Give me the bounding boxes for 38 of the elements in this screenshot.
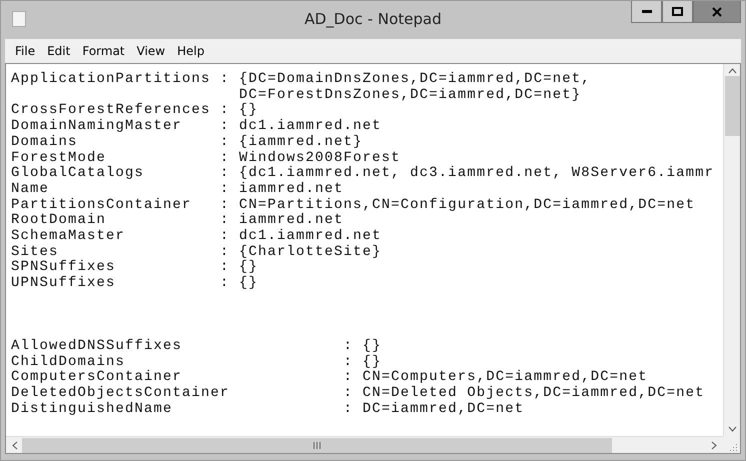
minimize-button[interactable] [631,1,662,23]
grip-icon [313,442,321,448]
text-line: Domains : {iammred.net} [11,134,363,150]
scroll-down-icon[interactable] [728,426,736,432]
text-line: SPNSuffixes : {} [11,260,258,276]
menu-item[interactable]: Edit [41,42,76,60]
text-line: AllowedDNSSuffixes : {} [11,338,382,354]
text-line: SchemaMaster : dc1.iammred.net [11,229,382,244]
notepad-icon [12,11,26,27]
text-line: PartitionsContainer : CN=Partitions,CN=Configuration,DC=iammred,DC=net [11,198,696,213]
text-line: Name : iammred.net [11,182,344,198]
text-line: DC=ForestDnsZones,DC=iammred,DC=net} [238,88,582,103]
size-grip-icon[interactable] [730,443,738,451]
text-line: RootDomain : iammred.net [11,213,344,228]
text-line: ChildDomains : {} [11,354,382,370]
minimize-icon [642,10,652,14]
menu-item[interactable]: Help [171,42,210,60]
menu-item[interactable]: View [130,42,172,60]
scroll-left-icon[interactable] [12,440,18,450]
text-line: DeletedObjectsContainer : CN=Deleted Objects,DC=iammred,DC=net [11,386,705,402]
scroll-up-icon[interactable] [728,68,736,74]
text-line: Sites : {CharlotteSite} [11,244,382,260]
close-button[interactable] [693,1,741,23]
close-icon [712,6,722,16]
maximize-icon [672,7,683,16]
text-line: DomainNamingMaster : dc1.iammred.net [11,119,382,134]
text-line: ApplicationPartitions : {DC=DomainDnsZones,DC=iammred,DC=net, [11,72,591,88]
maximize-button[interactable] [662,1,693,23]
scroll-right-icon[interactable] [711,440,717,450]
menu-item[interactable]: Format [76,42,131,60]
text-line: UPNSuffixes : {} [11,276,258,292]
menu-item[interactable]: File [9,42,42,60]
text-line: DistinguishedName : DC=iammred,DC=net [11,402,524,418]
text-line: GlobalCatalogs : {dc1.iammred.net, dc3.iammred.net, W8Server6.iammr [11,166,714,182]
text-line: ComputersContainer : CN=Computers,DC=iammred,DC=net [11,370,648,386]
text-line: ForestMode : Windows2008Forest [11,150,401,166]
window-title: AD_Doc - Notepad [304,10,442,28]
text-line: CrossForestReferences : {} [11,103,258,118]
